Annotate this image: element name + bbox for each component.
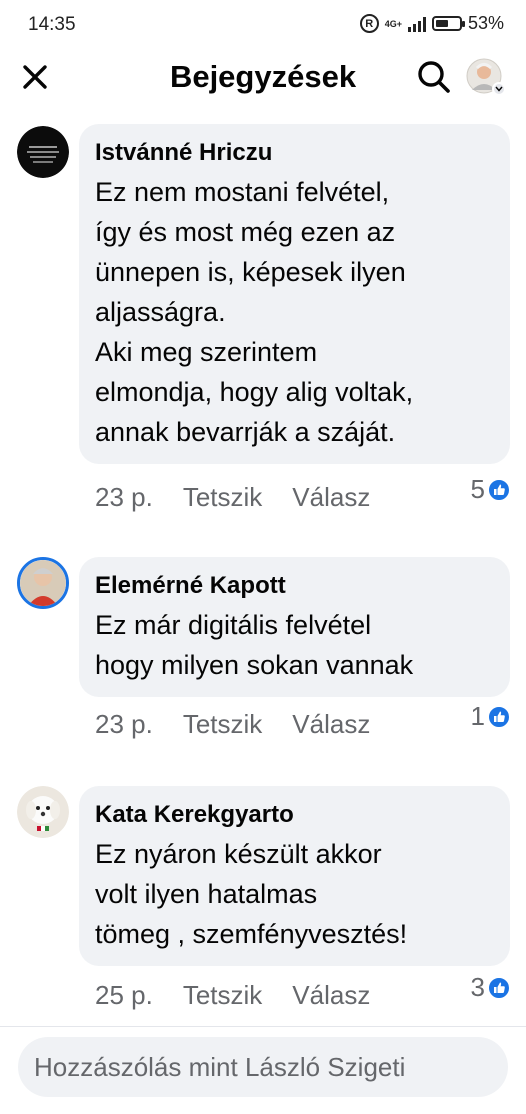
comment-text: Ez már digitális felvétel hogy milyen so… bbox=[95, 610, 414, 680]
reaction-count-value: 3 bbox=[470, 972, 485, 1002]
avatar-image bbox=[17, 126, 69, 178]
avatar-image bbox=[17, 786, 69, 838]
like-button[interactable]: Tetszik bbox=[183, 980, 262, 1011]
comment-author[interactable]: Elemérné Kapott bbox=[95, 571, 494, 601]
app-header: Bejegyzések bbox=[0, 50, 526, 104]
battery-percent: 53% bbox=[467, 13, 504, 33]
search-button[interactable] bbox=[416, 59, 452, 95]
chevron-down-icon bbox=[495, 86, 503, 92]
reply-button[interactable]: Válasz bbox=[292, 709, 370, 740]
reaction-count-value: 1 bbox=[470, 701, 485, 731]
like-button[interactable]: Tetszik bbox=[183, 482, 262, 513]
commenter-avatar[interactable] bbox=[17, 557, 69, 609]
comment-bubble[interactable]: Istvánné Hriczu Ez nem mostani felvétel,… bbox=[79, 124, 510, 464]
commenter-avatar[interactable] bbox=[17, 786, 69, 838]
comment-author[interactable]: Kata Kerekgyarto bbox=[95, 800, 494, 830]
comment-actions: 25 p. Tetszik Válasz bbox=[95, 980, 370, 1011]
comment-author[interactable]: Istvánné Hriczu bbox=[95, 138, 494, 168]
comment-composer bbox=[0, 1026, 526, 1114]
reaction-count[interactable]: 3 bbox=[471, 972, 510, 1003]
avatar-image bbox=[20, 560, 66, 606]
network-type: 4G+ bbox=[384, 18, 402, 29]
comment-input[interactable] bbox=[18, 1037, 508, 1097]
reaction-count-value: 5 bbox=[470, 474, 485, 504]
reply-button[interactable]: Válasz bbox=[292, 482, 370, 513]
comment-bubble[interactable]: Elemérné Kapott Ez már digitális felvéte… bbox=[79, 557, 510, 697]
close-icon bbox=[23, 65, 47, 89]
comment-text: Ez nyáron készült akkor volt ilyen hatal… bbox=[95, 839, 408, 949]
account-switch-button[interactable] bbox=[492, 82, 506, 96]
comment-actions: 23 p. Tetszik Válasz bbox=[95, 482, 370, 513]
status-bar: 14:35 R 4G+ 53% bbox=[0, 0, 526, 50]
like-button[interactable]: Tetszik bbox=[183, 709, 262, 740]
signal-icon bbox=[407, 16, 426, 32]
search-icon bbox=[418, 61, 450, 93]
like-reaction-icon bbox=[488, 976, 510, 999]
screen: 14:35 R 4G+ 53% Bejegyzések Istvánné Hri… bbox=[0, 0, 526, 1114]
status-time: 14:35 bbox=[28, 14, 76, 35]
close-button[interactable] bbox=[18, 60, 58, 94]
like-reaction-icon bbox=[488, 478, 510, 501]
reply-button[interactable]: Válasz bbox=[292, 980, 370, 1011]
comment-actions: 23 p. Tetszik Válasz bbox=[95, 709, 370, 740]
status-icons: R 4G+ 53% bbox=[359, 13, 504, 34]
reaction-count[interactable]: 5 bbox=[471, 474, 510, 505]
comment-time: 25 p. bbox=[95, 980, 153, 1010]
commenter-avatar[interactable] bbox=[17, 126, 69, 178]
comment-time: 23 p. bbox=[95, 482, 153, 512]
battery-icon bbox=[431, 16, 465, 31]
comment-time: 23 p. bbox=[95, 709, 153, 739]
registered-icon: R bbox=[359, 14, 379, 33]
like-reaction-icon bbox=[488, 705, 510, 728]
reaction-count[interactable]: 1 bbox=[471, 701, 510, 732]
comment-bubble[interactable]: Kata Kerekgyarto Ez nyáron készült akkor… bbox=[79, 786, 510, 966]
comment-text: Ez nem mostani felvétel, így és most még… bbox=[95, 177, 414, 447]
